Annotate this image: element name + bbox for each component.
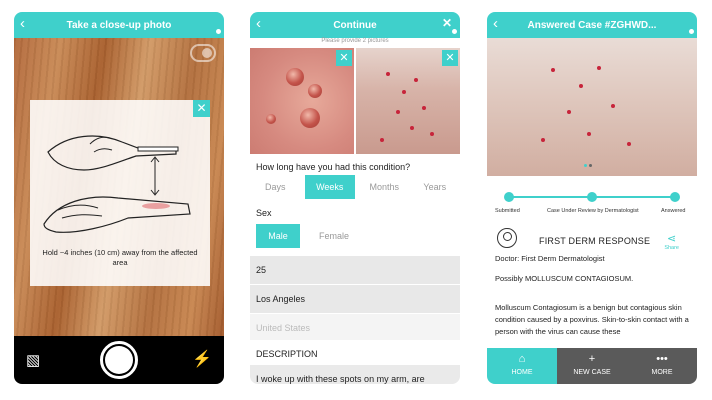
skin-spot	[541, 138, 545, 142]
screen-title[interactable]: Continue	[333, 20, 376, 31]
case-form-screen: ‹ Continue ✕ Please provide 2 pictures ✕	[250, 12, 460, 384]
sex-option-female[interactable]: Female	[312, 224, 356, 248]
photo-instruction: Please provide 2 pictures	[321, 38, 389, 44]
photo-arm[interactable]: ✕	[356, 48, 460, 154]
duration-question: How long have you had this condition?	[256, 162, 411, 172]
skin-spot	[597, 66, 601, 70]
skin-spot	[587, 132, 591, 136]
skin-spot	[611, 104, 615, 108]
skin-spot	[579, 84, 583, 88]
screen-title: Take a close-up photo	[66, 19, 172, 31]
screenshot-collage: ‹ Take a close-up photo ✕ Hold ~4 inches…	[0, 0, 712, 400]
skin-spot	[410, 126, 414, 130]
share-button[interactable]: ⋖ Share	[664, 232, 679, 251]
sex-selector: Male Female	[256, 224, 368, 248]
case-photo-carousel[interactable]	[487, 38, 697, 176]
doctor-name: Doctor: First Derm Dermatologist	[495, 254, 605, 263]
skin-lesion	[286, 68, 304, 86]
skin-spot	[414, 78, 418, 82]
skin-spot	[402, 90, 406, 94]
progress-step-review	[587, 192, 597, 202]
carousel-dots[interactable]	[583, 154, 593, 172]
nav-new-case[interactable]: + NEW CASE	[557, 348, 627, 384]
uploaded-photos: ✕ ✕	[250, 48, 460, 154]
distance-hint: Hold ~4 inches (10 cm) away from the aff…	[42, 248, 198, 267]
doctor-icon	[497, 228, 517, 248]
response-title: FIRST DERM RESPONSE	[539, 236, 651, 246]
duration-selector: Days Weeks Months Years	[250, 175, 460, 199]
close-icon[interactable]: ✕	[442, 16, 452, 30]
skin-spot	[386, 72, 390, 76]
top-bar: ‹ Take a close-up photo	[14, 12, 224, 38]
skin-lesion	[308, 84, 322, 98]
answered-case-screen: ‹ Answered Case #ZGHWD... Submitted Case…	[487, 12, 697, 384]
skin-lesion	[300, 108, 320, 128]
screen-title: Answered Case #ZGHWD...	[527, 19, 657, 31]
chevron-left-icon[interactable]: ‹	[493, 15, 498, 33]
skin-lesion	[266, 114, 276, 124]
skin-spot	[430, 132, 434, 136]
top-bar: ‹ Continue ✕	[250, 12, 460, 38]
age-field[interactable]: 25	[250, 256, 460, 285]
skin-spot	[551, 68, 555, 72]
progress-label: Case Under Review by Dermatologist	[547, 208, 639, 214]
duration-option-weeks[interactable]: Weeks	[304, 175, 355, 199]
duration-option-years[interactable]: Years	[410, 175, 461, 199]
hand-measure-illustration	[43, 135, 191, 233]
remove-photo-icon[interactable]: ✕	[336, 50, 352, 66]
toggle-icon[interactable]	[190, 44, 216, 62]
skin-spot	[380, 138, 384, 142]
nav-label: NEW CASE	[573, 369, 611, 376]
share-icon: ⋖	[667, 233, 677, 245]
skin-spot	[567, 110, 571, 114]
nav-label: HOME	[511, 369, 533, 376]
status-dot	[689, 29, 694, 34]
remove-photo-icon[interactable]: ✕	[442, 50, 458, 66]
description-input[interactable]: I woke up with these spots on my arm, ar…	[250, 365, 460, 384]
case-progress: Submitted Case Under Review by Dermatolo…	[487, 190, 697, 222]
gallery-icon[interactable]: ▧	[26, 351, 40, 369]
duration-option-days[interactable]: Days	[250, 175, 301, 199]
top-bar: ‹ Answered Case #ZGHWD...	[487, 12, 697, 38]
sex-option-male[interactable]: Male	[256, 224, 300, 248]
shutter-button[interactable]	[100, 341, 138, 379]
camera-controls: ▧ ⚡	[14, 336, 224, 384]
photo-capture-screen: ‹ Take a close-up photo ✕ Hold ~4 inches…	[14, 12, 224, 384]
plus-icon: +	[588, 353, 596, 365]
home-icon: ⌂	[518, 353, 526, 365]
city-field[interactable]: Los Angeles	[250, 285, 460, 314]
chevron-left-icon[interactable]: ‹	[256, 15, 261, 33]
flash-icon[interactable]: ⚡	[192, 349, 212, 369]
duration-option-months[interactable]: Months	[359, 175, 410, 199]
sex-label: Sex	[256, 208, 272, 218]
progress-step-answered	[670, 192, 680, 202]
progress-label: Submitted	[495, 208, 520, 214]
instruction-card: ✕ Hold ~4 inches (10 cm) away from the a…	[30, 100, 210, 286]
chevron-left-icon[interactable]: ‹	[20, 15, 25, 33]
share-label: Share	[664, 245, 679, 251]
diagnosis: Possibly MOLLUSCUM CONTAGIOSUM.	[495, 274, 634, 283]
nav-more[interactable]: ••• MORE	[627, 348, 697, 384]
photo-closeup[interactable]: ✕	[250, 48, 354, 154]
bottom-nav: ⌂ HOME + NEW CASE ••• MORE	[487, 348, 697, 384]
response-body: Molluscum Contagiosum is a benign but co…	[495, 303, 689, 336]
skin-spot	[627, 142, 631, 146]
status-dot	[452, 29, 457, 34]
skin-spot	[422, 106, 426, 110]
progress-step-submitted	[504, 192, 514, 202]
nav-label: MORE	[651, 369, 673, 376]
skin-spot	[396, 110, 400, 114]
more-icon: •••	[656, 353, 668, 365]
country-field[interactable]: United States	[250, 314, 460, 343]
status-dot	[216, 29, 221, 34]
progress-label: Answered	[661, 208, 686, 214]
nav-home[interactable]: ⌂ HOME	[487, 348, 557, 384]
